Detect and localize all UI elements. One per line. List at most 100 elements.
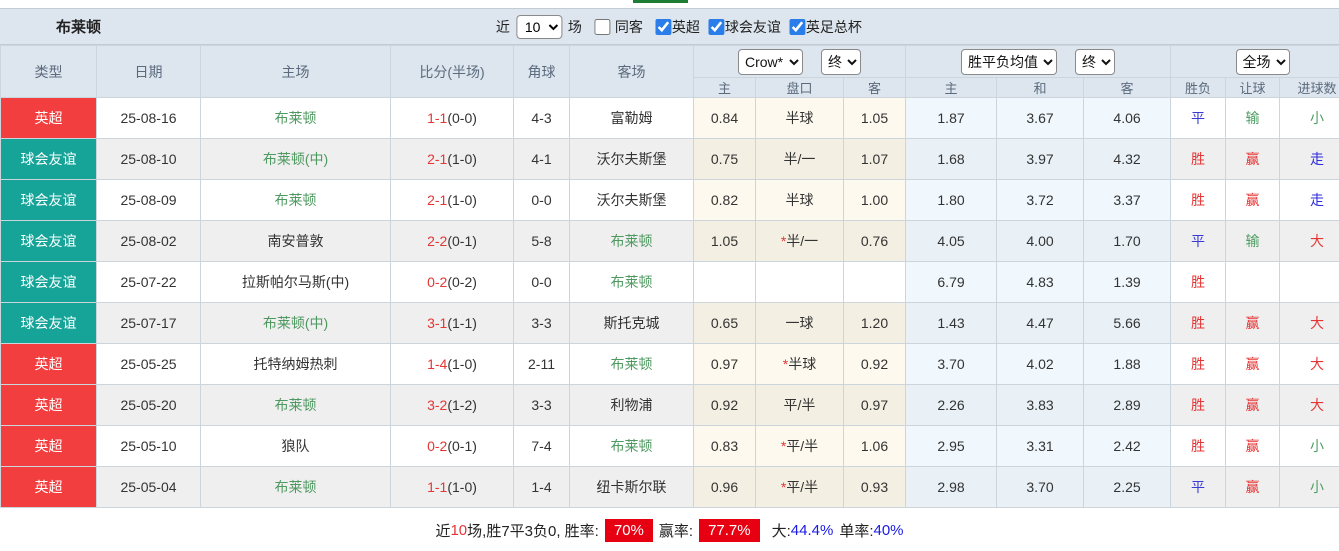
full-time-score: 2-2: [427, 233, 448, 249]
scope-select[interactable]: 全场: [1235, 48, 1290, 75]
full-time-score: 0-2: [427, 438, 448, 454]
league-type-badge: 球会友谊: [0, 220, 97, 262]
avg-away-odds: 1.39: [1083, 261, 1172, 303]
full-time-score: 3-1: [427, 315, 448, 331]
match-date: 25-05-04: [96, 466, 201, 508]
handicap-result-cell: 赢: [1225, 179, 1281, 221]
goals-result-cell: [1279, 261, 1339, 303]
avg-draw-odds: 4.00: [996, 220, 1085, 262]
recent-count-select[interactable]: 10: [515, 14, 562, 39]
away-team: 纽卡斯尔联: [596, 479, 667, 495]
handicap-line: 平/半: [786, 438, 819, 454]
handicap-result-cell: 赢: [1225, 466, 1281, 508]
corner-score: 1-4: [513, 466, 570, 508]
crow-home-odds: 0.97: [693, 343, 756, 385]
match-date: 25-05-10: [96, 425, 201, 467]
avg-home-odds: 1.87: [905, 97, 998, 139]
filter-fa-cup-label: 英足总杯: [805, 18, 862, 35]
filter-club-friendly-checkbox[interactable]: [707, 18, 724, 35]
avg-draw-odds: 3.97: [996, 138, 1085, 180]
home-team-cell: 布莱顿(中): [200, 138, 391, 180]
away-team: 沃尔夫斯堡: [596, 151, 667, 167]
sub-header-handicap: 盘口: [755, 77, 844, 98]
avg-home-odds: 1.68: [905, 138, 998, 180]
sub-header-result: 胜负: [1170, 77, 1227, 98]
filter-fa-cup-checkbox[interactable]: [788, 18, 805, 35]
home-team: 布莱顿(中): [262, 315, 329, 331]
match-date: 25-08-02: [96, 220, 201, 262]
crow-home-odds: 0.65: [693, 302, 756, 344]
avg-away-odds: 4.06: [1083, 97, 1172, 139]
col-header-away: 客场: [569, 45, 694, 98]
handicap-cell: 一球: [755, 302, 844, 344]
home-team-cell: 布莱顿: [200, 384, 391, 426]
single-rate-value: 40%: [873, 522, 904, 539]
crow-home-odds: 0.75: [693, 138, 756, 180]
table-row: 球会友谊 25-08-02 南安普敦 2-2(0-1) 5-8 布莱顿 1.05…: [0, 220, 1339, 262]
full-time-score: 0-2: [427, 274, 448, 290]
league-type-badge: 球会友谊: [0, 261, 97, 303]
score-cell: 3-1(1-1): [390, 302, 514, 344]
goals-result-cell: 大: [1279, 220, 1339, 262]
crow-away-odds: 1.05: [842, 97, 907, 139]
away-team: 布莱顿: [610, 438, 653, 454]
handicap-rate-badge: 77.7%: [699, 519, 760, 542]
bookmaker-stage-select[interactable]: 终: [821, 48, 861, 75]
filter-premier-league-checkbox[interactable]: [654, 18, 671, 35]
corner-score: 7-4: [513, 425, 570, 467]
home-team: 托特纳姆热刺: [253, 356, 338, 372]
half-time-score: (0-0): [447, 110, 477, 126]
goals-result-cell: 走: [1279, 138, 1339, 180]
crow-away-odds: 0.93: [842, 466, 907, 508]
sub-header-goals-result: 进球数: [1279, 77, 1339, 98]
result-cell: 平: [1170, 466, 1227, 508]
handicap-cell: *平/半: [755, 466, 844, 508]
handicap-line: 半球: [785, 110, 814, 126]
crow-away-odds: 1.00: [842, 179, 907, 221]
sub-header-avg-home: 主: [905, 77, 998, 98]
crow-home-odds: 1.05: [693, 220, 756, 262]
avg-home-odds: 2.95: [905, 425, 998, 467]
avg-odds-select[interactable]: 胜平负均值: [961, 48, 1058, 75]
summary-prefix: 近: [435, 523, 451, 540]
scope-select-group: 全场: [1170, 45, 1339, 78]
goals-result-cell: 走: [1279, 179, 1339, 221]
sub-header-avg-draw: 和: [996, 77, 1085, 98]
table-row: 英超 25-08-16 布莱顿 1-1(0-0) 4-3 富勒姆 0.84 半球…: [0, 97, 1339, 139]
league-type-badge: 球会友谊: [0, 179, 97, 221]
home-team: 布莱顿: [274, 192, 317, 208]
half-time-score: (1-1): [447, 315, 477, 331]
away-team: 利物浦: [610, 397, 653, 413]
away-team-cell: 斯托克城: [569, 302, 694, 344]
big-rate-value: 44.4%: [790, 522, 834, 539]
half-time-score: (1-2): [447, 397, 477, 413]
table-row: 球会友谊 25-07-22 拉斯帕尔马斯(中) 0-2(0-2) 0-0 布莱顿…: [0, 261, 1339, 303]
home-team-cell: 布莱顿: [200, 97, 391, 139]
crow-away-odds: 1.06: [842, 425, 907, 467]
crow-away-odds: [842, 261, 907, 303]
league-type-badge: 英超: [0, 343, 97, 385]
result-cell: 胜: [1170, 384, 1227, 426]
full-time-score: 2-1: [427, 192, 448, 208]
avg-home-odds: 2.26: [905, 384, 998, 426]
sub-header-crow-home: 主: [693, 77, 756, 98]
handicap-result-cell: 赢: [1225, 302, 1281, 344]
handicap-cell: *半/一: [755, 220, 844, 262]
handicap-result-cell: 赢: [1225, 343, 1281, 385]
half-time-score: (1-0): [447, 192, 477, 208]
table-row: 球会友谊 25-07-17 布莱顿(中) 3-1(1-1) 3-3 斯托克城 0…: [0, 302, 1339, 344]
handicap-result-cell: [1225, 261, 1281, 303]
home-team: 布莱顿: [274, 110, 317, 126]
bookmaker-select[interactable]: Crow*: [738, 48, 803, 75]
handicap-line: 半/一: [783, 151, 816, 167]
avg-home-odds: 3.70: [905, 343, 998, 385]
home-team-cell: 布莱顿: [200, 466, 391, 508]
active-tab-accent-line: [633, 0, 688, 3]
handicap-line: 一球: [785, 315, 814, 331]
same-away-checkbox[interactable]: [593, 18, 610, 35]
home-team: 布莱顿: [274, 397, 317, 413]
avg-home-odds: 1.80: [905, 179, 998, 221]
score-cell: 0-2(0-2): [390, 261, 514, 303]
avg-stage-select[interactable]: 终: [1075, 48, 1116, 75]
crow-away-odds: 1.20: [842, 302, 907, 344]
